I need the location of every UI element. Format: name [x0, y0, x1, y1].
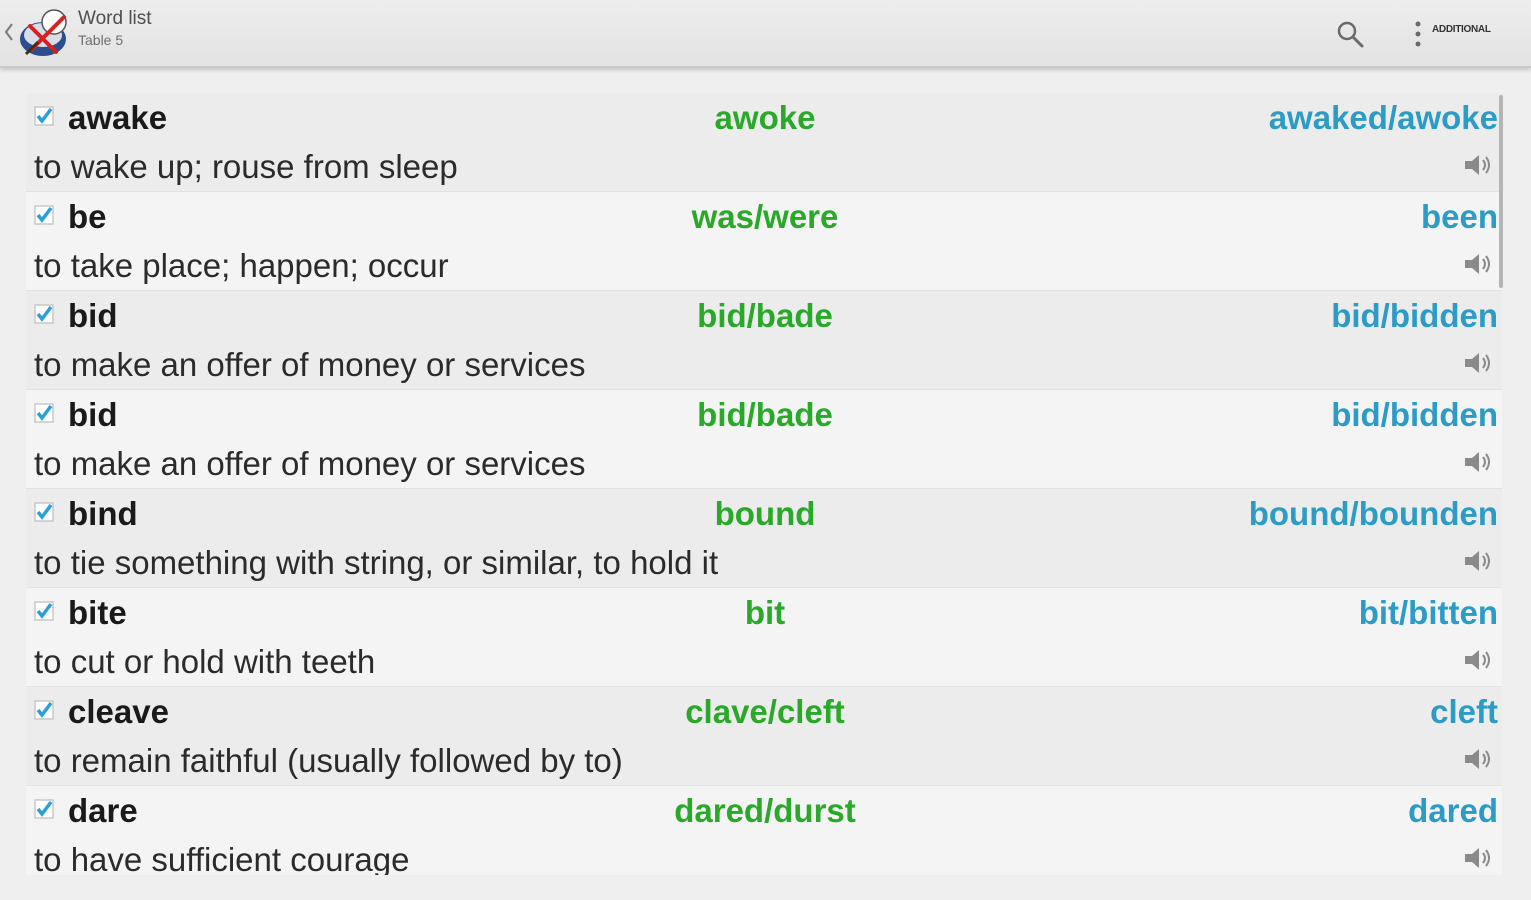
list-item[interactable]: bind bound bound/bounden to tie somethin… — [26, 489, 1502, 588]
speaker-icon[interactable] — [1462, 646, 1494, 674]
checkbox-checked-icon[interactable] — [33, 798, 55, 820]
base-form: bid — [68, 297, 118, 334]
overflow-menu-icon[interactable] — [1410, 18, 1426, 50]
speaker-icon[interactable] — [1462, 448, 1494, 476]
action-bar: Word list Table 5 ADDITIONAL — [0, 0, 1531, 68]
additional-button[interactable]: ADDITIONAL — [1432, 24, 1491, 35]
checkbox-checked-icon[interactable] — [33, 600, 55, 622]
scrollbar[interactable] — [1499, 95, 1503, 288]
speaker-icon[interactable] — [1462, 250, 1494, 278]
checkbox-checked-icon[interactable] — [33, 699, 55, 721]
past-simple: dared/durst — [674, 792, 856, 829]
past-participle: bit/bitten — [1358, 594, 1498, 631]
checkbox-checked-icon[interactable] — [33, 105, 55, 127]
past-simple: bid/bade — [697, 297, 833, 334]
checkbox-checked-icon[interactable] — [33, 402, 55, 424]
definition: to tie something with string, or similar… — [34, 544, 719, 581]
past-simple: bid/bade — [697, 396, 833, 433]
past-simple: bound — [714, 495, 816, 532]
base-form: bite — [68, 594, 127, 631]
past-participle: bid/bidden — [1331, 396, 1498, 433]
base-form: bid — [68, 396, 118, 433]
page-title: Word list — [78, 8, 152, 29]
list-item[interactable]: awake awoke awaked/awoke to wake up; rou… — [26, 93, 1502, 192]
base-form: awake — [68, 99, 168, 136]
past-simple: awoke — [714, 99, 816, 136]
definition: to remain faithful (usually followed by … — [34, 742, 623, 779]
list-item[interactable]: bid bid/bade bid/bidden to make an offer… — [26, 390, 1502, 489]
speaker-icon[interactable] — [1462, 151, 1494, 179]
speaker-icon[interactable] — [1462, 844, 1494, 872]
past-participle: dared — [1408, 792, 1498, 829]
past-participle: awaked/awoke — [1268, 99, 1498, 136]
past-simple: clave/cleft — [685, 693, 845, 730]
past-participle: been — [1420, 198, 1498, 235]
speaker-icon[interactable] — [1462, 745, 1494, 773]
chevron-left-icon[interactable] — [4, 22, 14, 42]
speaker-icon[interactable] — [1462, 547, 1494, 575]
base-form: be — [68, 198, 107, 235]
definition: to cut or hold with teeth — [34, 643, 376, 680]
definition: to have sufficient courage — [34, 841, 410, 875]
checkbox-checked-icon[interactable] — [33, 204, 55, 226]
list-item[interactable]: be was/were been to take place; happen; … — [26, 192, 1502, 291]
past-simple: bit — [744, 594, 786, 631]
checkbox-checked-icon[interactable] — [33, 501, 55, 523]
base-form: bind — [68, 495, 138, 532]
page-subtitle: Table 5 — [78, 32, 124, 48]
definition: to make an offer of money or services — [34, 346, 586, 383]
base-form: dare — [68, 792, 138, 829]
past-participle: bid/bidden — [1331, 297, 1498, 334]
base-form: cleave — [68, 693, 169, 730]
definition: to wake up; rouse from sleep — [34, 148, 458, 185]
speaker-icon[interactable] — [1462, 349, 1494, 377]
list-item[interactable]: dare dared/durst dared to have sufficien… — [26, 786, 1502, 875]
list-item[interactable]: bite bit bit/bitten to cut or hold with … — [26, 588, 1502, 687]
word-list: awake awoke awaked/awoke to wake up; rou… — [26, 93, 1502, 875]
title-block: Word list Table 5 — [78, 7, 152, 49]
checkbox-checked-icon[interactable] — [33, 303, 55, 325]
search-icon[interactable] — [1334, 18, 1366, 50]
past-participle: bound/bounden — [1248, 495, 1498, 532]
past-simple: was/were — [691, 198, 839, 235]
list-item[interactable]: bid bid/bade bid/bidden to make an offer… — [26, 291, 1502, 390]
app-logo-icon[interactable] — [16, 4, 74, 62]
definition: to make an offer of money or services — [34, 445, 586, 482]
list-item[interactable]: cleave clave/cleft cleft to remain faith… — [26, 687, 1502, 786]
definition: to take place; happen; occur — [34, 247, 449, 284]
past-participle: cleft — [1430, 693, 1498, 730]
